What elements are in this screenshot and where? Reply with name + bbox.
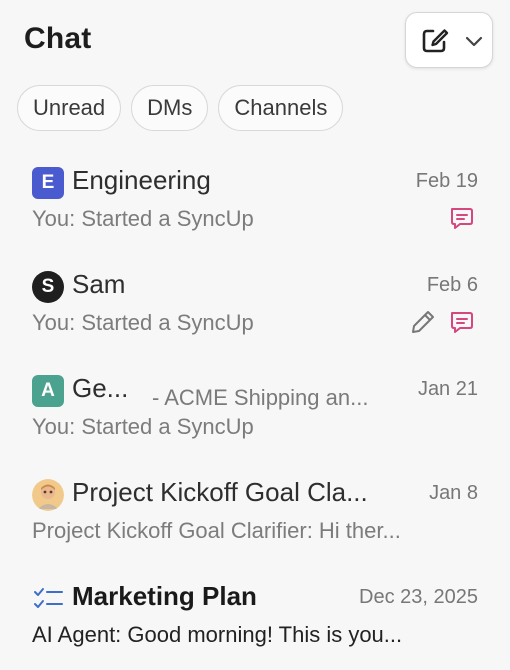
- filter-unread[interactable]: Unread: [17, 85, 122, 131]
- conversation-preview: You: Started a SyncUp: [32, 206, 254, 231]
- conversation-ge[interactable]: A Ge... - ACME Shipping an... Jan 21 You…: [0, 356, 510, 460]
- conversation-name: Ge...: [72, 373, 129, 403]
- conversation-preview: You: Started a SyncUp: [32, 310, 254, 335]
- conversation-name: Sam: [72, 269, 126, 299]
- filter-bar: Unread DMs Channels: [17, 85, 344, 131]
- conversation-date: Dec 23, 2025: [359, 586, 478, 608]
- conversation-preview: You: Started a SyncUp: [32, 414, 254, 439]
- conversation-sam[interactable]: S Sam Feb 6 You: Started a SyncUp: [0, 252, 510, 356]
- channel-avatar: A: [32, 375, 64, 407]
- conversation-preview: Project Kickoff Goal Clarifier: Hi ther.…: [32, 518, 401, 543]
- conversation-date: Feb 6: [426, 274, 478, 296]
- syncup-chat-icon: [451, 312, 473, 333]
- conversation-engineering[interactable]: E Engineering Feb 19 You: Started a Sync…: [0, 148, 510, 252]
- conversation-channel: - ACME Shipping an...: [152, 385, 369, 410]
- conversation-marketing-plan[interactable]: Marketing Plan Dec 23, 2025 AI Agent: Go…: [0, 564, 510, 668]
- conversation-name: Engineering: [72, 165, 211, 195]
- new-message-button[interactable]: [405, 12, 493, 68]
- conversation-preview: AI Agent: Good morning! This is you...: [32, 622, 403, 647]
- filter-dms[interactable]: DMs: [131, 85, 209, 131]
- conversation-date: Feb 19: [415, 170, 478, 192]
- conversation-name: Marketing Plan: [72, 581, 257, 611]
- syncup-chat-icon: [451, 208, 473, 229]
- conversation-date: Jan 21: [417, 378, 478, 400]
- photo-avatar: [32, 479, 64, 511]
- draft-pencil-icon: [412, 311, 434, 333]
- filter-channels[interactable]: Channels: [218, 85, 344, 131]
- conversation-project-kickoff[interactable]: Project Kickoff Goal Cla... Jan 8 Projec…: [0, 460, 510, 564]
- conversation-name: Project Kickoff Goal Cla...: [72, 477, 368, 507]
- conversation-list: E Engineering Feb 19 You: Started a Sync…: [0, 148, 510, 668]
- conversation-date: Jan 8: [429, 482, 478, 504]
- new-message-icon: [422, 29, 449, 53]
- user-avatar: S: [32, 271, 64, 303]
- channel-avatar: E: [32, 167, 64, 199]
- chevron-down-icon: [465, 36, 483, 47]
- chat-header: Chat Unread DMs Channels: [0, 0, 510, 140]
- page-title: Chat: [24, 22, 92, 55]
- checklist-icon: [34, 588, 63, 608]
